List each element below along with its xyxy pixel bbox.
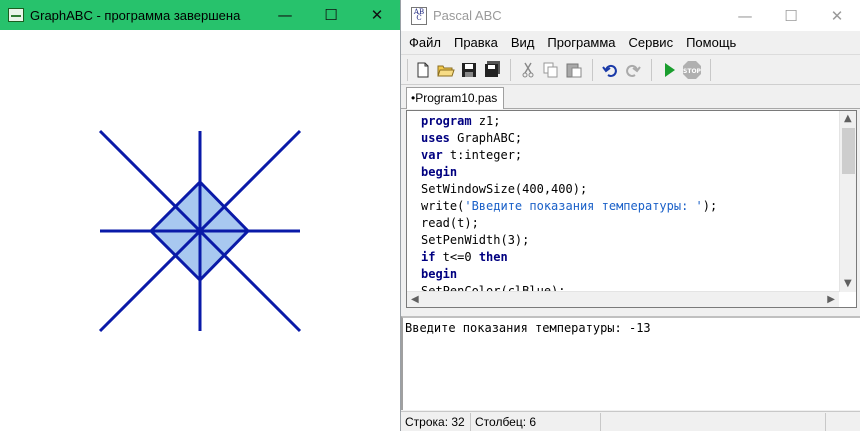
scroll-up-icon[interactable]: ▲ <box>844 111 852 127</box>
toolbar-separator <box>510 58 511 81</box>
pascalabc-logo-icon: AB C <box>411 6 427 25</box>
code-token: GraphABC; <box>449 131 523 145</box>
toolbar-grip <box>407 58 408 81</box>
code-token: 'Введите показания температуры: ' <box>464 199 703 213</box>
status-column: Столбец: 6 <box>471 412 601 431</box>
tab-program10[interactable]: •Program10.pas <box>406 87 505 109</box>
output-text: Введите показания температуры: -13 <box>405 321 651 335</box>
menu-bar: Файл Правка Вид Программа Сервис Помощь <box>401 31 860 55</box>
scroll-left-icon[interactable]: ◀ <box>411 292 419 308</box>
graphabc-title-bar[interactable]: GraphABC - программа завершена — ☐ ✕ <box>0 0 400 30</box>
code-token: ); <box>702 199 718 213</box>
code-token: then <box>478 250 508 264</box>
code-token: SetPenColor(clBlue); <box>421 284 566 291</box>
graphabc-app-icon <box>8 8 24 22</box>
menu-service[interactable]: Сервис <box>629 35 674 50</box>
toolbar-separator <box>710 58 711 81</box>
minimize-button[interactable]: — <box>722 1 768 31</box>
code-line[interactable]: SetPenWidth(3); <box>421 232 839 249</box>
code-text[interactable]: program z1; uses GraphABC; var t:integer; b… <box>421 113 839 291</box>
code-token: SetWindowSize(400,400); <box>421 182 588 196</box>
close-button[interactable]: ✕ <box>814 1 860 31</box>
code-token: begin <box>421 267 458 281</box>
maximize-button[interactable]: ☐ <box>768 1 814 31</box>
toolbar: STOP <box>401 55 860 85</box>
svg-text:STOP: STOP <box>683 68 702 75</box>
stop-icon[interactable]: STOP <box>681 59 703 81</box>
code-token: begin <box>421 165 458 179</box>
code-token: t<=0 <box>435 250 479 264</box>
code-line[interactable]: begin <box>421 164 839 181</box>
status-empty <box>601 412 826 431</box>
minimize-button[interactable]: — <box>262 0 308 30</box>
save-icon[interactable] <box>458 59 480 81</box>
undo-icon[interactable] <box>599 59 621 81</box>
code-token: var <box>421 148 443 162</box>
code-token: if <box>421 250 436 264</box>
code-token: t:integer; <box>442 148 523 162</box>
code-line[interactable]: SetPenColor(clBlue); <box>421 283 839 291</box>
run-icon[interactable] <box>658 59 680 81</box>
menu-file[interactable]: Файл <box>409 35 441 50</box>
cut-icon[interactable] <box>517 59 539 81</box>
pascalabc-title-bar[interactable]: AB C Pascal ABC — ☐ ✕ <box>401 0 860 31</box>
editor-tab-strip: •Program10.pas <box>401 85 860 109</box>
graphabc-window: GraphABC - программа завершена — ☐ ✕ <box>0 0 401 431</box>
code-line[interactable]: program z1; <box>421 113 839 130</box>
code-line[interactable]: SetWindowSize(400,400); <box>421 181 839 198</box>
toolbar-separator <box>651 58 652 81</box>
menu-help[interactable]: Помощь <box>686 35 736 50</box>
code-line[interactable]: var t:integer; <box>421 147 839 164</box>
output-panel[interactable]: Введите показания температуры: -13 <box>401 316 860 410</box>
pascalabc-window: AB C Pascal ABC — ☐ ✕ Файл Правка Вид Про… <box>401 0 860 431</box>
code-token: program <box>421 114 472 128</box>
scroll-down-icon[interactable]: ▼ <box>844 276 852 292</box>
toolbar-separator <box>592 58 593 81</box>
maximize-button[interactable]: ☐ <box>308 0 354 30</box>
code-token: read(t); <box>421 216 479 230</box>
menu-view[interactable]: Вид <box>511 35 535 50</box>
code-line[interactable]: begin <box>421 266 839 283</box>
status-line: Строка: 32 <box>401 412 471 431</box>
menu-program[interactable]: Программа <box>547 35 615 50</box>
desktop: GraphABC - программа завершена — ☐ ✕ AB C… <box>0 0 860 431</box>
horizontal-scrollbar[interactable]: ◀ ▶ <box>407 291 839 307</box>
vertical-scroll-thumb[interactable] <box>842 128 855 174</box>
save-all-icon[interactable] <box>481 59 503 81</box>
pascalabc-window-title: Pascal ABC <box>433 8 502 23</box>
code-line[interactable]: if t<=0 then <box>421 249 839 266</box>
code-line[interactable]: uses GraphABC; <box>421 130 839 147</box>
scroll-right-icon[interactable]: ▶ <box>827 292 835 308</box>
status-bar: Строка: 32 Столбец: 6 <box>401 411 860 431</box>
graphabc-window-title: GraphABC - программа завершена <box>30 7 241 23</box>
menu-edit[interactable]: Правка <box>454 35 498 50</box>
code-token: uses <box>421 131 450 145</box>
redo-icon[interactable] <box>622 59 644 81</box>
vertical-scrollbar[interactable]: ▲ ▼ <box>839 111 856 292</box>
close-button[interactable]: ✕ <box>354 0 400 30</box>
code-line[interactable]: read(t); <box>421 215 839 232</box>
code-editor[interactable]: program z1; uses GraphABC; var t:integer; b… <box>406 110 857 308</box>
code-token: SetPenWidth(3); <box>421 233 530 247</box>
copy-icon[interactable] <box>540 59 562 81</box>
new-file-icon[interactable] <box>412 59 434 81</box>
open-folder-icon[interactable] <box>435 59 457 81</box>
graphabc-canvas <box>98 129 302 333</box>
paste-icon[interactable] <box>563 59 585 81</box>
code-line[interactable]: write('Введите показания температуры: ')… <box>421 198 839 215</box>
code-token: write( <box>421 199 465 213</box>
code-token: z1; <box>471 114 501 128</box>
